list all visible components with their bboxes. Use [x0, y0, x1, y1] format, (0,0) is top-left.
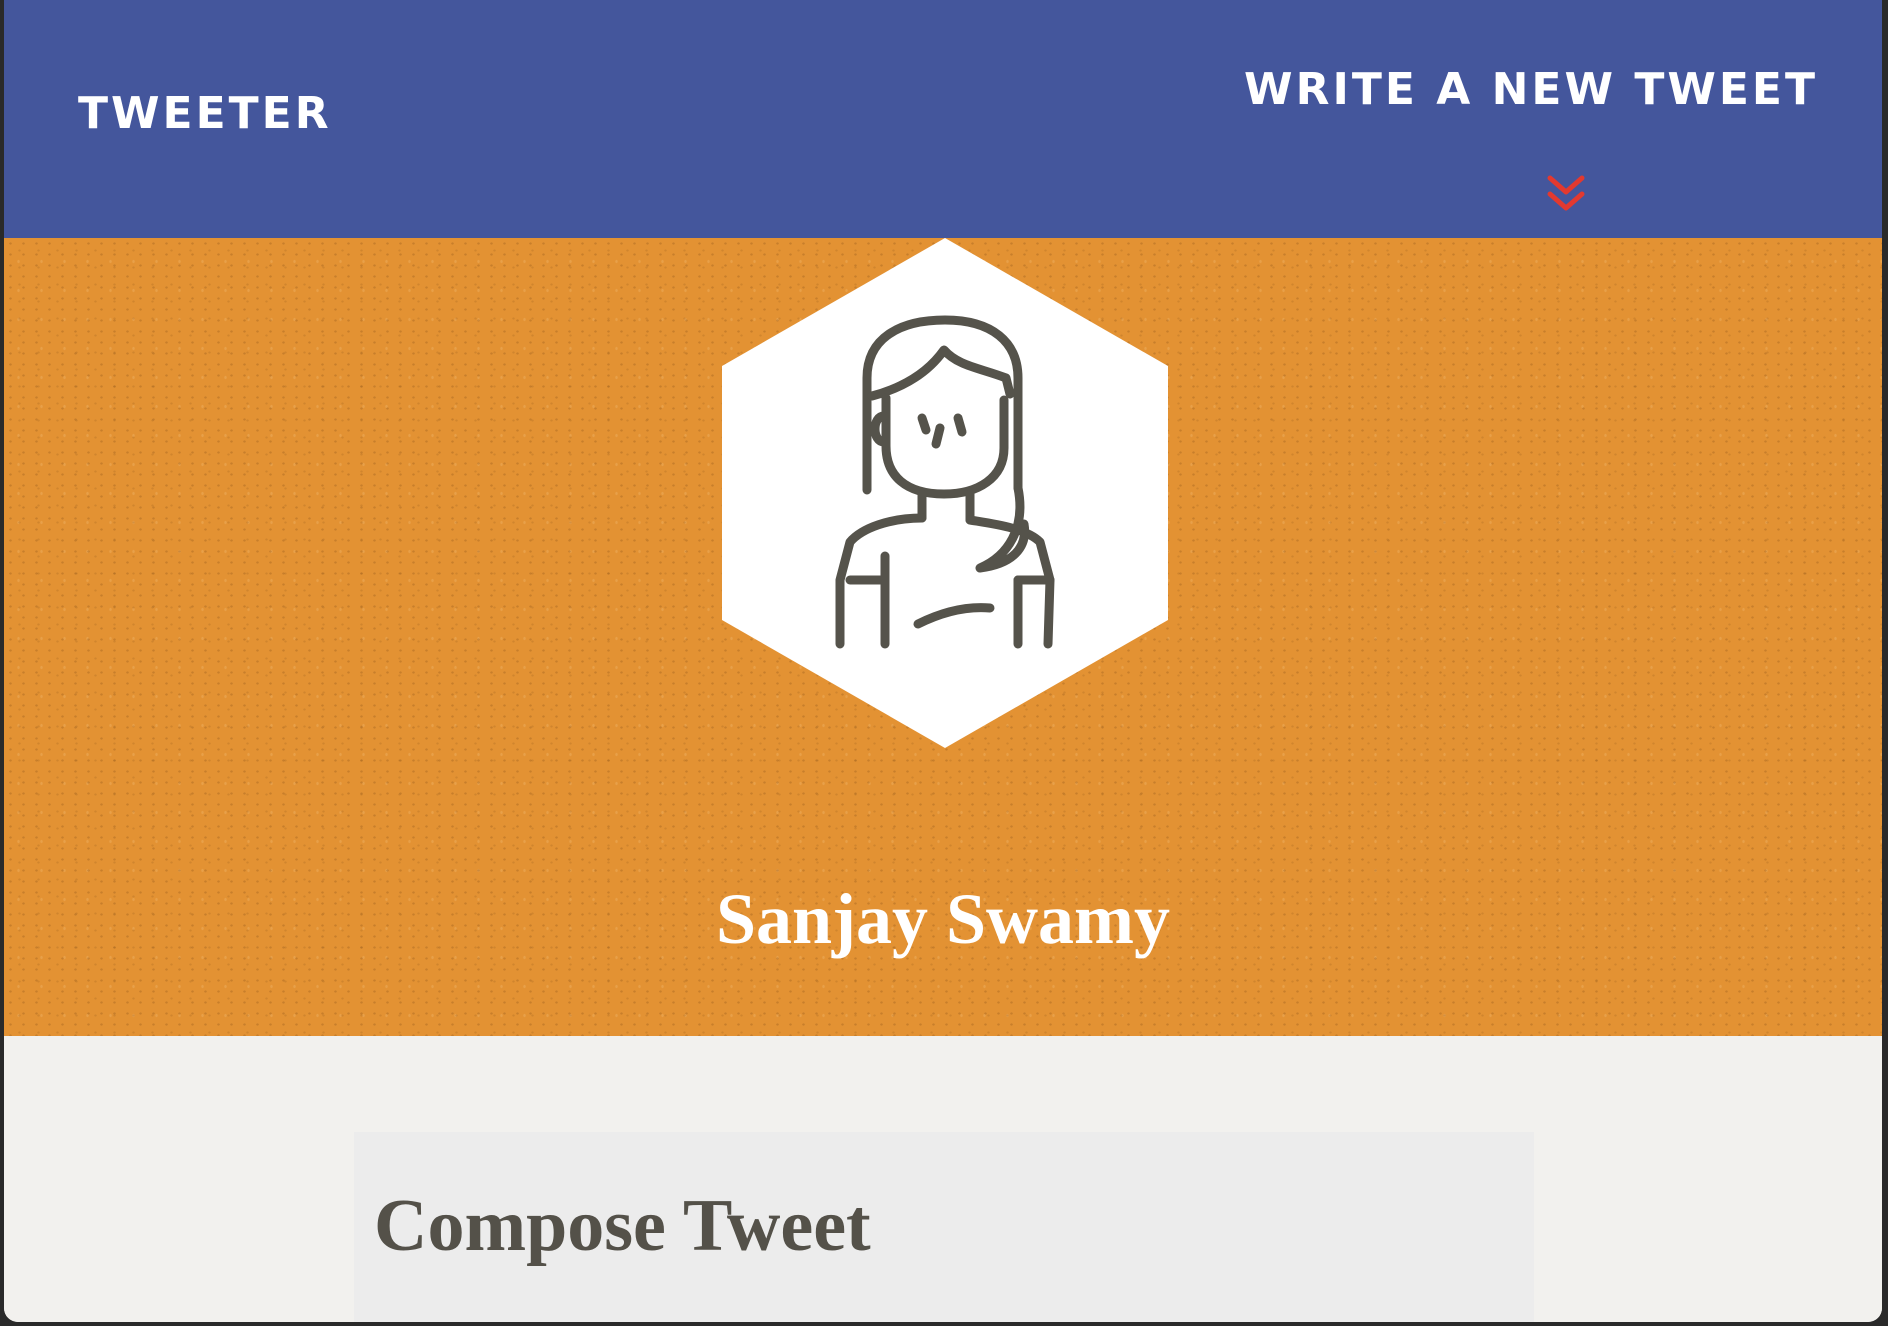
compose-tweet-panel: Compose Tweet [354, 1132, 1534, 1322]
compose-tweet-title: Compose Tweet [374, 1185, 871, 1267]
double-chevron-down-icon [1547, 175, 1585, 211]
main-content: Compose Tweet [4, 1036, 1882, 1322]
write-new-tweet-label: Write a new tweet [1244, 64, 1818, 115]
browser-viewport: Tweeter Write a new tweet [4, 0, 1882, 1322]
navbar: Tweeter Write a new tweet [4, 0, 1882, 238]
user-avatar-icon [722, 238, 1168, 748]
brand-logo[interactable]: Tweeter [78, 88, 332, 139]
write-new-tweet-button[interactable]: Write a new tweet [1244, 64, 1818, 224]
profile-name: Sanjay Swamy [715, 879, 1171, 959]
profile-header: Sanjay Swamy [4, 238, 1882, 1036]
